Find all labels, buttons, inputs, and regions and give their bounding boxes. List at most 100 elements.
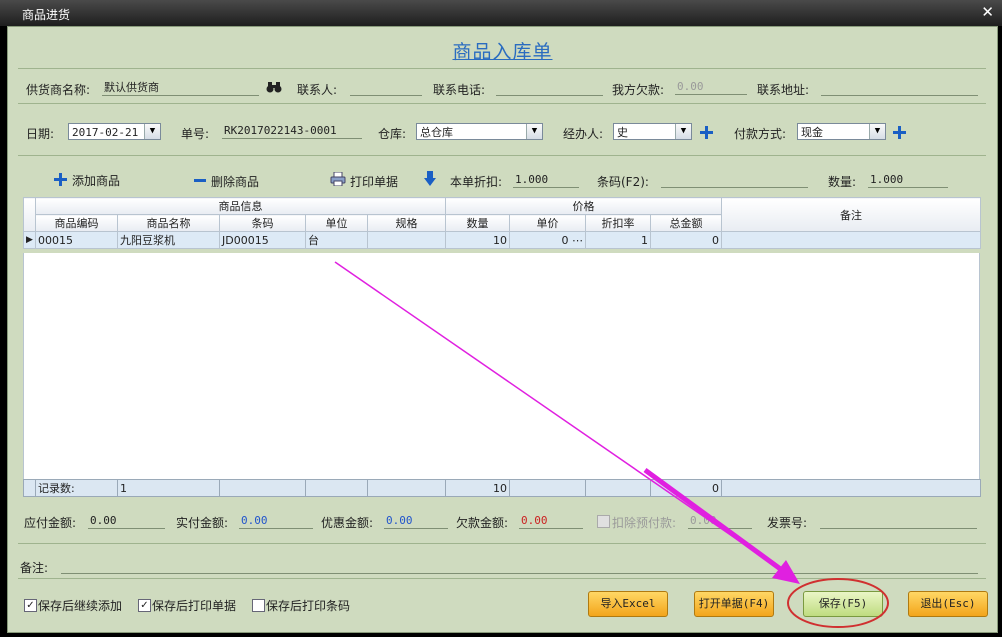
address-field[interactable] — [821, 81, 978, 96]
table-row[interactable]: ▶ 00015 九阳豆浆机 JD00015 台 10 0 ⋯ 1 0 — [23, 231, 982, 249]
cell-code[interactable]: 00015 — [35, 231, 118, 249]
discount-label: 本单折扣: — [450, 175, 503, 189]
column-header-rate[interactable]: 折扣率 — [585, 214, 652, 232]
delete-product-icon[interactable] — [194, 179, 206, 182]
barcode-field[interactable] — [661, 173, 808, 188]
close-icon[interactable]: ✕ — [981, 3, 994, 21]
chevron-down-icon[interactable]: ▼ — [526, 124, 542, 139]
date-picker[interactable]: 2017-02-21 ▼ — [68, 123, 161, 140]
continue-add-label: 保存后继续添加 — [38, 599, 123, 613]
invoice-field[interactable] — [820, 514, 977, 529]
column-header-total[interactable]: 总金额 — [650, 214, 723, 232]
table-empty-area — [23, 253, 980, 479]
owed-field: 0.00 — [519, 514, 583, 529]
import-excel-button[interactable]: 导入Excel — [588, 591, 668, 617]
barcode-label: 条码(F2): — [597, 175, 649, 189]
column-header-unit[interactable]: 单位 — [305, 214, 368, 232]
address-label: 联系地址: — [757, 83, 810, 97]
row-header-corner — [23, 197, 36, 232]
supplier-label: 供货商名称: — [26, 83, 91, 97]
cell-qty[interactable]: 10 — [445, 231, 511, 249]
main-window: 商品入库单 供货商名称: 默认供货商 联系人: 联系电话: 我方欠款: 0.00… — [7, 26, 998, 633]
payment-label: 付款方式: — [734, 127, 787, 141]
column-header-qty[interactable]: 数量 — [445, 214, 511, 232]
cell-price[interactable]: 0 ⋯ — [509, 231, 587, 249]
table-footer: 记录数: 1 10 0 — [23, 479, 981, 497]
window-title: 商品进货 — [22, 8, 71, 22]
footer-qty: 10 — [445, 479, 510, 497]
cell-unit[interactable]: 台 — [305, 231, 368, 249]
qty-label: 数量: — [828, 175, 857, 189]
warehouse-value: 总仓库 — [420, 126, 453, 139]
handler-label: 经办人: — [563, 127, 604, 141]
printer-icon[interactable] — [330, 171, 346, 187]
form-title: 商品入库单 — [452, 41, 553, 63]
binoculars-icon[interactable] — [266, 81, 282, 94]
order-field[interactable]: RK2017022143-0001 — [222, 124, 362, 139]
handler-value: 史 — [617, 126, 628, 139]
cell-spec[interactable] — [366, 231, 447, 249]
ellipsis-icon[interactable]: ⋯ — [572, 234, 583, 247]
column-header-code[interactable]: 商品编码 — [35, 214, 118, 232]
print-doc-label: 保存后打印单据 — [152, 599, 237, 613]
continue-add-checkbox[interactable]: ✓ — [24, 599, 37, 612]
payment-value: 现金 — [801, 126, 823, 139]
arrow-down-icon[interactable] — [424, 171, 436, 187]
phone-label: 联系电话: — [433, 83, 486, 97]
discount-amount-label: 优惠金额: — [321, 516, 374, 530]
product-table: 商品信息 价格 备注 商品编码 商品名称 条码 单位 规格 数量 单价 折扣率 … — [23, 197, 982, 249]
date-label: 日期: — [26, 127, 55, 141]
invoice-label: 发票号: — [767, 516, 808, 530]
supplier-field[interactable]: 默认供货商 — [102, 81, 259, 96]
column-header-spec[interactable]: 规格 — [366, 214, 447, 232]
owed-label: 欠款金额: — [456, 516, 509, 530]
add-handler-icon[interactable] — [700, 126, 713, 139]
cell-remark[interactable] — [721, 231, 982, 249]
deduct-prepay-checkbox — [597, 515, 610, 528]
row-indicator-icon: ▶ — [23, 231, 36, 249]
paid-field[interactable]: 0.00 — [239, 514, 313, 529]
group-header-price: 价格 — [445, 197, 723, 215]
qty-field[interactable]: 1.000 — [868, 173, 948, 188]
cell-rate[interactable]: 1 — [585, 231, 652, 249]
deduct-prepay-label: 扣除预付款: — [612, 516, 677, 530]
print-button[interactable]: 打印单据 — [350, 173, 398, 190]
discount-field[interactable]: 1.000 — [513, 173, 579, 188]
discount-amount-field[interactable]: 0.00 — [384, 514, 448, 529]
payment-select[interactable]: 现金 ▼ — [797, 123, 886, 140]
order-label: 单号: — [181, 127, 210, 141]
chevron-down-icon[interactable]: ▼ — [144, 124, 160, 139]
footer-total: 0 — [650, 479, 722, 497]
chevron-down-icon[interactable]: ▼ — [869, 124, 885, 139]
cell-barcode[interactable]: JD00015 — [219, 231, 306, 249]
contact-field[interactable] — [350, 81, 422, 96]
phone-field[interactable] — [496, 81, 603, 96]
open-doc-button[interactable]: 打开单据(F4) — [694, 591, 774, 617]
footer-count: 1 — [117, 479, 220, 497]
column-header-remark[interactable]: 备注 — [721, 197, 982, 232]
add-product-button[interactable]: 添加商品 — [72, 172, 120, 189]
add-payment-icon[interactable] — [893, 126, 906, 139]
column-header-price[interactable]: 单价 — [509, 214, 587, 232]
print-barcode-checkbox[interactable] — [252, 599, 265, 612]
delete-product-button[interactable]: 删除商品 — [211, 173, 259, 190]
column-header-name[interactable]: 商品名称 — [117, 214, 220, 232]
chevron-down-icon[interactable]: ▼ — [675, 124, 691, 139]
date-value: 2017-02-21 — [72, 126, 139, 139]
exit-button[interactable]: 退出(Esc) — [908, 591, 988, 617]
add-product-icon[interactable] — [54, 173, 67, 186]
contact-label: 联系人: — [297, 83, 338, 97]
debt-label: 我方欠款: — [612, 83, 665, 97]
column-header-barcode[interactable]: 条码 — [219, 214, 306, 232]
cell-name[interactable]: 九阳豆浆机 — [117, 231, 220, 249]
cell-total[interactable]: 0 — [650, 231, 723, 249]
save-button[interactable]: 保存(F5) — [803, 591, 883, 617]
handler-select[interactable]: 史 ▼ — [613, 123, 692, 140]
warehouse-select[interactable]: 总仓库 ▼ — [416, 123, 543, 140]
print-doc-checkbox[interactable]: ✓ — [138, 599, 151, 612]
remark-label: 备注: — [20, 561, 49, 575]
paid-label: 实付金额: — [176, 516, 229, 530]
deduct-prepay-field: 0.00 — [688, 514, 752, 529]
remark-field[interactable] — [61, 559, 978, 574]
print-barcode-label: 保存后打印条码 — [266, 599, 351, 613]
